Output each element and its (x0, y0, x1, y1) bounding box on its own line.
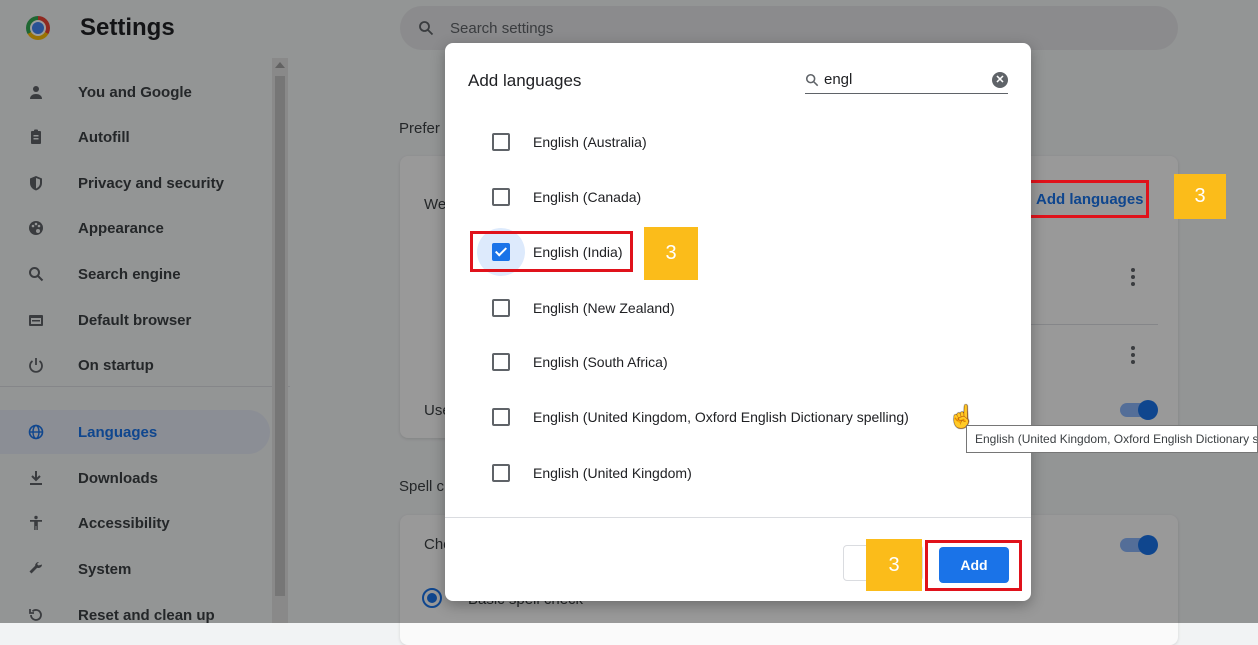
dialog-divider (445, 517, 1031, 518)
search-icon (805, 73, 819, 87)
english-india-highlight (470, 231, 633, 272)
language-checkbox[interactable] (492, 188, 510, 206)
language-search[interactable]: ✕ (805, 67, 1008, 94)
language-option[interactable]: English (Australia) (445, 122, 1031, 162)
language-option[interactable]: English (New Zealand) (445, 288, 1031, 328)
step-badge: 3 (1174, 174, 1226, 219)
language-search-input[interactable] (824, 71, 974, 88)
language-checkbox[interactable] (492, 353, 510, 371)
language-checkbox[interactable] (492, 133, 510, 151)
add-languages-dialog: Add languages ✕ English (Australia) Engl… (445, 43, 1031, 601)
clear-search-icon[interactable]: ✕ (992, 72, 1008, 88)
dialog-title: Add languages (468, 71, 582, 90)
language-option[interactable]: English (South Africa) (445, 342, 1031, 382)
language-label: English (Australia) (533, 134, 647, 150)
add-button-highlight (925, 540, 1022, 591)
step-badge: 3 (644, 227, 698, 280)
tooltip: English (United Kingdom, Oxford English … (966, 425, 1258, 453)
language-option[interactable]: English (Canada) (445, 177, 1031, 217)
language-label: English (United Kingdom) (533, 465, 692, 481)
language-option[interactable]: English (United Kingdom, Oxford English … (445, 397, 1031, 437)
add-languages-highlight (1025, 180, 1149, 218)
step-badge: 3 (866, 539, 922, 591)
language-checkbox[interactable] (492, 408, 510, 426)
language-label: English (New Zealand) (533, 300, 675, 316)
language-checkbox[interactable] (492, 299, 510, 317)
language-label: English (United Kingdom, Oxford English … (533, 409, 909, 425)
language-label: English (South Africa) (533, 354, 668, 370)
language-checkbox[interactable] (492, 464, 510, 482)
language-option[interactable]: English (United Kingdom) (445, 453, 1031, 493)
language-label: English (Canada) (533, 189, 642, 205)
